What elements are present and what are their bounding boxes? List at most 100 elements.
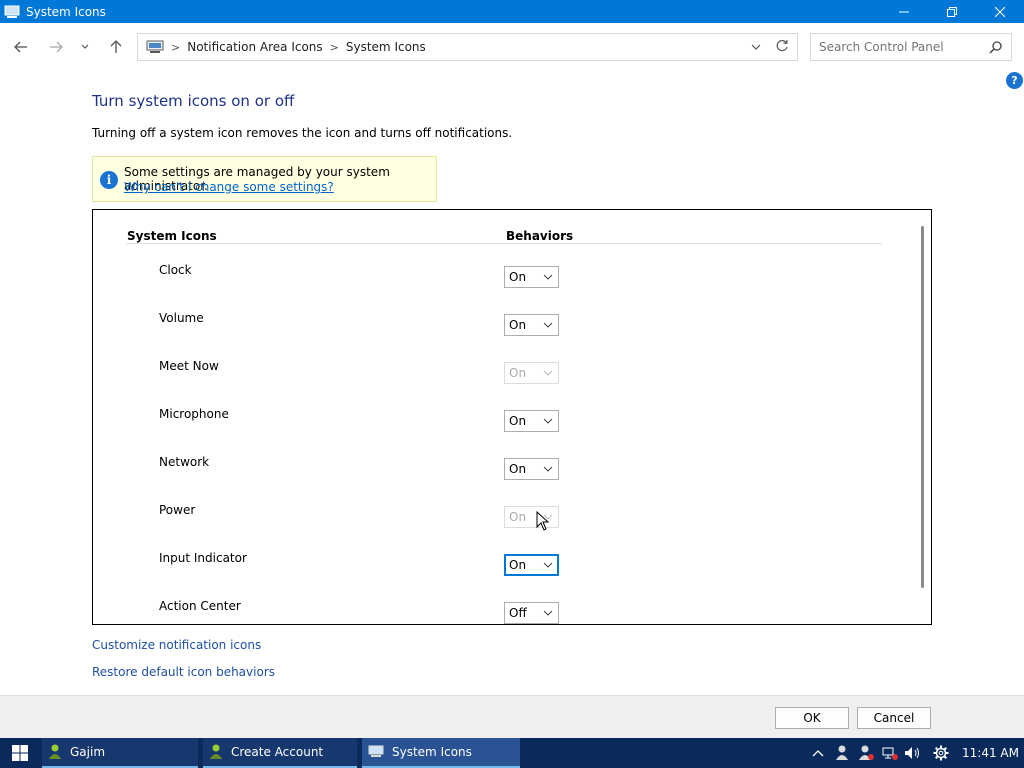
tray-user-alert-icon[interactable]	[856, 738, 876, 768]
window-controls	[880, 0, 1024, 23]
window-title: System Icons	[26, 4, 106, 19]
forward-button[interactable]	[44, 36, 68, 58]
selected-value: Off	[509, 606, 527, 620]
behavior-select-input-indicator[interactable]: On	[504, 554, 559, 576]
search-icon	[989, 41, 1002, 54]
arrow-up-icon	[110, 40, 122, 53]
taskbar-clock[interactable]: 11:41 AM	[962, 746, 1019, 760]
control-panel-icon	[146, 40, 164, 53]
minimize-icon	[899, 11, 909, 12]
refresh-button[interactable]	[775, 39, 789, 56]
tray-volume-icon[interactable]	[903, 738, 923, 768]
chevron-right-icon: >	[329, 40, 339, 54]
row-label-action-center: Action Center	[159, 599, 241, 613]
navigation-bar: > Notification Area Icons > System Icons	[0, 23, 1024, 71]
chevron-down-icon	[751, 44, 761, 50]
gajim-icon	[49, 744, 61, 759]
behavior-select-microphone[interactable]: On	[504, 410, 559, 432]
row-label-microphone: Microphone	[159, 407, 229, 421]
chevron-down-icon	[543, 322, 553, 328]
minimize-button[interactable]	[880, 0, 928, 23]
chevron-right-icon: >	[171, 40, 181, 54]
breadcrumb-notification-area-icons[interactable]: Notification Area Icons	[187, 40, 322, 54]
header-divider	[126, 243, 882, 244]
user-alert-icon	[859, 745, 874, 760]
info-icon: i	[100, 171, 118, 189]
taskbar-item-label: Create Account	[231, 745, 324, 759]
mouse-cursor-icon	[536, 511, 550, 531]
row-label-clock: Clock	[159, 263, 192, 277]
row-label-volume: Volume	[159, 311, 204, 325]
close-icon	[995, 6, 1005, 17]
behavior-select-action-center[interactable]: Off	[504, 602, 559, 624]
admin-info-banner: i Some settings are managed by your syst…	[92, 156, 437, 202]
recent-locations-button[interactable]	[75, 36, 95, 58]
chevron-down-icon	[543, 466, 553, 472]
taskbar-item-label: System Icons	[392, 745, 472, 759]
vertical-scrollbar[interactable]	[921, 226, 924, 588]
tray-settings-icon[interactable]	[930, 738, 952, 768]
page-description: Turning off a system icon removes the ic…	[92, 126, 513, 140]
gear-icon	[933, 745, 949, 761]
row-label-meet-now: Meet Now	[159, 359, 219, 373]
title-bar: System Icons	[0, 0, 1024, 23]
ok-button[interactable]: OK	[775, 707, 849, 729]
chevron-down-icon	[543, 562, 553, 568]
search-box[interactable]	[810, 33, 1012, 61]
close-button[interactable]	[976, 0, 1024, 23]
refresh-icon	[776, 39, 788, 52]
start-button[interactable]	[0, 738, 40, 768]
taskbar-item-system-icons[interactable]: System Icons	[362, 738, 520, 768]
chevron-down-icon	[81, 44, 89, 49]
restore-default-behaviors-link[interactable]: Restore default icon behaviors	[92, 665, 275, 679]
chevron-down-icon	[543, 418, 553, 424]
cancel-button[interactable]: Cancel	[857, 707, 931, 729]
selected-value: On	[509, 510, 527, 524]
dialog-footer: OK Cancel	[0, 695, 1024, 738]
breadcrumb-system-icons[interactable]: System Icons	[346, 40, 426, 54]
column-header-system-icons: System Icons	[127, 229, 217, 243]
selected-value: On	[509, 318, 527, 332]
windows-logo-icon	[12, 745, 28, 761]
maximize-button[interactable]	[928, 0, 976, 23]
chevron-down-icon	[543, 610, 553, 616]
tray-user-icon[interactable]	[832, 738, 852, 768]
taskbar-item-gajim[interactable]: Gajim	[42, 738, 198, 768]
row-label-input-indicator: Input Indicator	[159, 551, 247, 565]
why-cant-change-link[interactable]: Why can't I change some settings?	[124, 180, 334, 194]
chevron-up-icon	[812, 750, 824, 757]
network-icon	[882, 747, 898, 760]
arrow-right-icon	[50, 41, 63, 53]
taskbar-item-label: Gajim	[70, 745, 106, 759]
row-label-power: Power	[159, 503, 196, 517]
search-input[interactable]	[819, 40, 989, 54]
customize-notification-icons-link[interactable]: Customize notification icons	[92, 638, 261, 652]
behavior-select-network[interactable]: On	[504, 458, 559, 480]
taskbar-item-create-account[interactable]: Create Account	[203, 738, 357, 768]
show-hidden-icons-button[interactable]	[808, 738, 828, 768]
chevron-down-icon	[543, 370, 553, 376]
address-dropdown-button[interactable]	[751, 40, 761, 54]
row-label-network: Network	[159, 455, 210, 469]
selected-value: On	[509, 414, 527, 428]
behavior-select-volume[interactable]: On	[504, 314, 559, 336]
behavior-select-clock[interactable]: On	[504, 266, 559, 288]
tray-network-icon[interactable]	[880, 738, 900, 768]
selected-value: On	[509, 558, 527, 572]
user-icon	[836, 745, 848, 760]
help-button[interactable]: ?	[1006, 72, 1023, 89]
chevron-down-icon	[543, 274, 553, 280]
column-header-behaviors: Behaviors	[506, 229, 574, 243]
control-panel-icon	[368, 745, 384, 757]
control-panel-icon	[4, 5, 20, 18]
up-button[interactable]	[104, 36, 128, 58]
taskbar: Gajim Create Account System Icons 11:41 …	[0, 738, 1024, 768]
behavior-select-power: On	[504, 506, 559, 528]
system-icons-list: System Icons Behaviors Clock On Volume O…	[92, 209, 932, 625]
behavior-select-meet-now: On	[504, 362, 559, 384]
arrow-left-icon	[14, 41, 27, 53]
selected-value: On	[509, 462, 527, 476]
back-button[interactable]	[9, 36, 33, 58]
page-title: Turn system icons on or off	[92, 92, 295, 110]
address-bar[interactable]: > Notification Area Icons > System Icons	[137, 33, 798, 61]
